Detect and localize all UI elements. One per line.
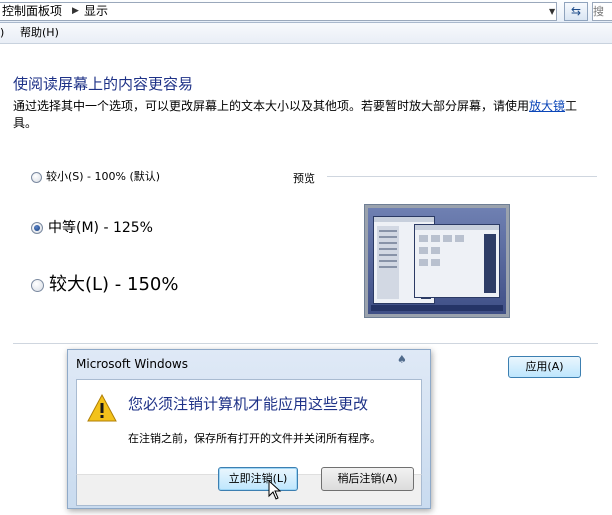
option-medium-label: 中等(M) - 125% [48,220,153,236]
dialog-content-text: 在注销之前，保存所有打开的文件并关闭所有程序。 [128,432,381,445]
address-bar: 控制面板项 ▶ 显示 ▼ ⇆ 搜 [0,0,612,23]
option-smaller-label: 较小(S) - 100% (默认) [46,170,161,183]
dialog-body: 您必须注销计算机才能应用这些更改 在注销之前，保存所有打开的文件并关闭所有程序。 [76,379,422,475]
preview-divider [327,176,597,177]
magnifier-link[interactable]: 放大镜 [529,99,565,113]
option-medium[interactable]: 中等(M) - 125% [31,217,153,237]
breadcrumb-separator-icon[interactable]: ▶ [72,3,79,20]
preview-image [364,204,510,318]
preview-label: 预览 [293,172,315,185]
address-dropdown-icon[interactable]: ▼ [549,3,555,20]
dialog-title: Microsoft Windows [76,357,188,371]
option-larger[interactable]: 较大(L) - 150% [31,270,178,296]
breadcrumb[interactable]: 控制面板项 ▶ 显示 ▼ [0,2,557,21]
logoff-now-button[interactable]: 立即注销(L) [218,467,298,491]
breadcrumb-display[interactable]: 显示 [84,3,108,20]
content-divider [13,343,598,344]
logoff-dialog: Microsoft Windows ♠ 您必须注销计算机才能应用这些更改 在注销… [67,349,431,509]
menu-item-help[interactable]: 帮助(H) [20,23,59,43]
preview-window-front [414,224,500,298]
menu-item-partial[interactable]: ) [0,23,4,43]
refresh-icon: ⇆ [570,4,582,18]
warning-icon [87,394,117,422]
radio-larger[interactable] [31,278,44,292]
page-title: 使阅读屏幕上的内容更容易 [13,75,194,93]
apply-button[interactable]: 应用(A) [508,356,581,378]
refresh-button[interactable]: ⇆ [564,2,588,21]
preview-taskbar [371,305,503,311]
radio-smaller[interactable] [31,171,42,183]
search-input[interactable]: 搜 [592,2,612,21]
option-larger-label: 较大(L) - 150% [49,274,179,295]
page-description: 通过选择其中一个选项，可以更改屏幕上的文本大小以及其他项。若要暂时放大部分屏幕，… [13,98,598,132]
option-smaller[interactable]: 较小(S) - 100% (默认) [31,168,160,184]
breadcrumb-control-panel-items[interactable]: 控制面板项 [2,3,62,20]
logoff-later-button[interactable]: 稍后注销(A) [321,467,414,491]
preview-desktop [368,208,506,314]
description-text: 通过选择其中一个选项，可以更改屏幕上的文本大小以及其他项。若要暂时放大部分屏幕，… [13,99,530,113]
radio-medium[interactable] [31,222,43,234]
search-placeholder: 搜 [593,5,604,18]
dialog-main-instruction: 您必须注销计算机才能应用这些更改 [128,395,369,413]
dialog-corner-icon: ♠ [397,353,407,366]
menu-bar: ) 帮助(H) [0,23,612,44]
mouse-cursor-icon [268,480,282,500]
